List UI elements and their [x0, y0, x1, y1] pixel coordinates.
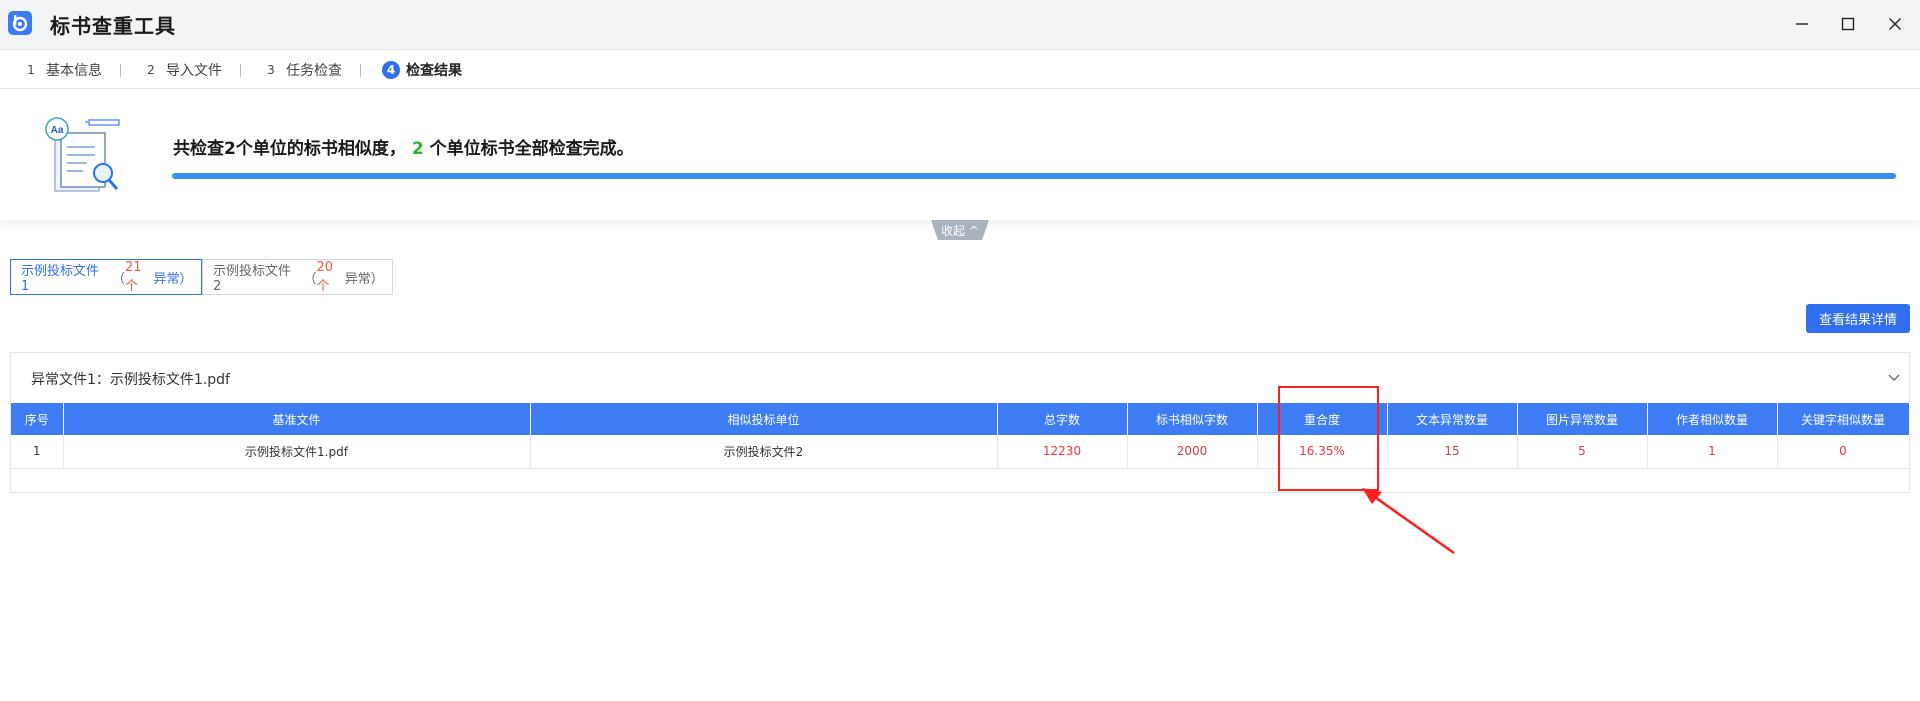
step-number: 1: [27, 63, 35, 77]
document-search-icon: Aa: [45, 117, 120, 192]
col-header-base-file: 基准文件: [63, 403, 531, 435]
summary-prefix: 共检查2个单位的标书相似度，: [173, 139, 406, 159]
title-bar: 标书查重工具: [0, 0, 1920, 49]
completed-count: 2: [411, 139, 424, 159]
table-header-row: 序号 基准文件 相似投标单位 总字数 标书相似字数 重合度 文本异常数量 图片异…: [11, 403, 1910, 435]
view-details-button[interactable]: 查看结果详情: [1806, 304, 1910, 333]
step-task-check[interactable]: 3 任务检查: [262, 60, 342, 80]
file-tab-2[interactable]: 示例投标文件2 （20个 异常）: [202, 259, 393, 295]
step-divider: [120, 64, 121, 77]
summary-text: 共检查2个单位的标书相似度， 2 个单位标书全部检查完成。: [173, 134, 634, 159]
file-tab-suffix: 异常）: [153, 271, 193, 287]
file-tab-count: 21个: [125, 260, 142, 294]
col-header-author-similar: 作者相似数量: [1647, 403, 1778, 435]
col-header-keyword-similar: 关键字相似数量: [1777, 403, 1910, 435]
minimize-button[interactable]: [1790, 12, 1814, 36]
cell-index: 1: [11, 435, 64, 469]
steps-bar: 1 基本信息 2 导入文件 3 任务检查 4 检查结果: [0, 49, 1920, 89]
empty-cell: [11, 468, 1910, 493]
cell-image-anomalies: 5: [1517, 435, 1648, 469]
step-import-files[interactable]: 2 导入文件: [142, 60, 222, 80]
cell-base-file: 示例投标文件1.pdf: [63, 435, 531, 469]
col-header-similar-words: 标书相似字数: [1127, 403, 1258, 435]
step-divider: [240, 64, 241, 77]
step-label: 任务检查: [286, 63, 342, 79]
step-label: 基本信息: [46, 63, 102, 79]
col-header-similar-unit: 相似投标单位: [530, 403, 998, 435]
col-header-index: 序号: [11, 403, 64, 435]
results-table: 序号 基准文件 相似投标单位 总字数 标书相似字数 重合度 文本异常数量 图片异…: [11, 403, 1910, 493]
app-logo-icon: [8, 11, 32, 35]
cell-author-similar: 1: [1647, 435, 1778, 469]
table-spacer-row: [11, 468, 1910, 493]
step-divider: [360, 64, 361, 77]
maximize-button[interactable]: [1836, 12, 1860, 36]
file-tab-count: 20个: [316, 260, 334, 294]
step-label: 导入文件: [166, 63, 222, 79]
cell-text-anomalies: 15: [1387, 435, 1518, 469]
minimize-icon: [1796, 23, 1808, 25]
progress-bar: [172, 173, 1896, 179]
file-tab-1[interactable]: 示例投标文件1 （21个 异常）: [10, 259, 202, 295]
anomaly-file-panel: 异常文件1：示例投标文件1.pdf 序号 基准文件 相似投标单位 总字数 标书相…: [10, 352, 1910, 493]
col-header-total-words: 总字数: [997, 403, 1128, 435]
panel-title: 异常文件1：示例投标文件1.pdf: [31, 372, 230, 388]
collapse-button[interactable]: 收起 ^: [931, 220, 989, 240]
progress-fill: [172, 173, 1896, 179]
step-check-results[interactable]: 4 检查结果: [382, 60, 462, 80]
close-button[interactable]: [1883, 12, 1907, 36]
cell-keyword-similar: 0: [1777, 435, 1910, 469]
cell-similar-unit: 示例投标文件2: [530, 435, 998, 469]
file-tab-open: （: [112, 271, 126, 287]
summary-suffix: 个单位标书全部检查完成。: [429, 139, 634, 159]
col-header-text-anomalies: 文本异常数量: [1387, 403, 1518, 435]
maximize-icon: [1841, 17, 1855, 31]
summary-panel: Aa 共检查2个单位的标书相似度， 2 个单位标书全部检查完成。: [0, 89, 1920, 220]
cell-similar-words: 2000: [1127, 435, 1258, 469]
annotation-arrow-icon: [1362, 488, 1455, 555]
close-icon: [1889, 18, 1901, 30]
step-basic-info[interactable]: 1 基本信息: [22, 60, 102, 80]
file-tab-open: （: [303, 271, 317, 287]
panel-header[interactable]: 异常文件1：示例投标文件1.pdf: [11, 353, 1909, 403]
step-number: 2: [147, 63, 155, 77]
chevron-down-icon[interactable]: [1887, 370, 1901, 384]
file-tab-name: 示例投标文件1: [21, 264, 100, 294]
file-tab-suffix: 异常）: [344, 271, 384, 287]
step-label: 检查结果: [406, 63, 462, 79]
file-tab-name: 示例投标文件2: [213, 264, 292, 294]
cell-total-words: 12230: [997, 435, 1128, 469]
col-header-image-anomalies: 图片异常数量: [1517, 403, 1648, 435]
step-number: 4: [382, 61, 400, 79]
svg-text:Aa: Aa: [51, 125, 64, 136]
step-number: 3: [267, 63, 275, 77]
table-row[interactable]: 1 示例投标文件1.pdf 示例投标文件2 12230 2000 16.35% …: [11, 435, 1910, 469]
app-title: 标书查重工具: [50, 14, 176, 38]
highlight-box: [1278, 386, 1379, 491]
